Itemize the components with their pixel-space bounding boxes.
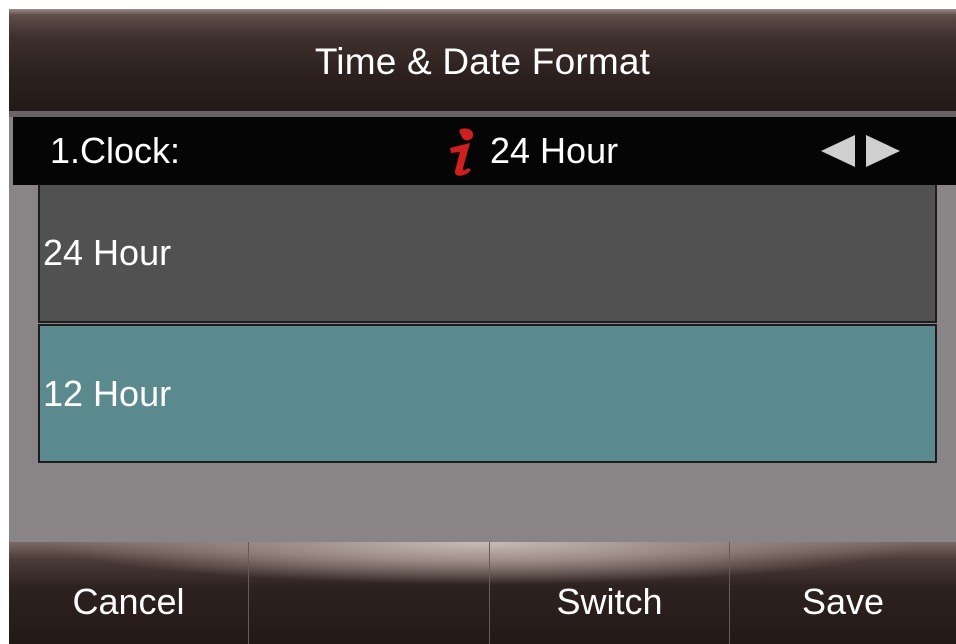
arrow-right-icon[interactable]	[864, 134, 902, 168]
field-arrows	[819, 134, 905, 168]
softkey-bar: Cancel Switch Save	[9, 542, 956, 644]
empty-softkey[interactable]	[249, 542, 490, 644]
save-button-label: Save	[801, 581, 885, 622]
clock-field-row[interactable]: 1.Clock: 24 Hour	[13, 117, 956, 185]
switch-button-label: Switch	[556, 581, 663, 622]
arrow-left-icon[interactable]	[819, 134, 857, 168]
option-label: 24 Hour	[43, 232, 172, 273]
clock-field-label: 1.Clock:	[50, 130, 181, 171]
clock-field-value-text: 24 Hour	[490, 130, 619, 171]
option-item-12-hour[interactable]: 12 Hour	[38, 324, 937, 463]
cancel-button-label: Cancel	[72, 581, 185, 622]
phone-screen: Time & Date Format 1.Clock: 24 Hour 24 H…	[9, 9, 956, 644]
option-item-24-hour[interactable]: 24 Hour	[38, 185, 937, 323]
option-list: 24 Hour 12 Hour	[38, 185, 937, 463]
page-title: Time & Date Format	[314, 41, 651, 82]
info-icon	[450, 128, 474, 176]
switch-button[interactable]: Switch	[490, 542, 730, 644]
cancel-button[interactable]: Cancel	[9, 542, 249, 644]
clock-field-value[interactable]: 24 Hour	[447, 117, 618, 185]
title-bar: Time & Date Format	[9, 9, 956, 111]
save-button[interactable]: Save	[730, 542, 956, 644]
option-label: 12 Hour	[43, 372, 172, 414]
